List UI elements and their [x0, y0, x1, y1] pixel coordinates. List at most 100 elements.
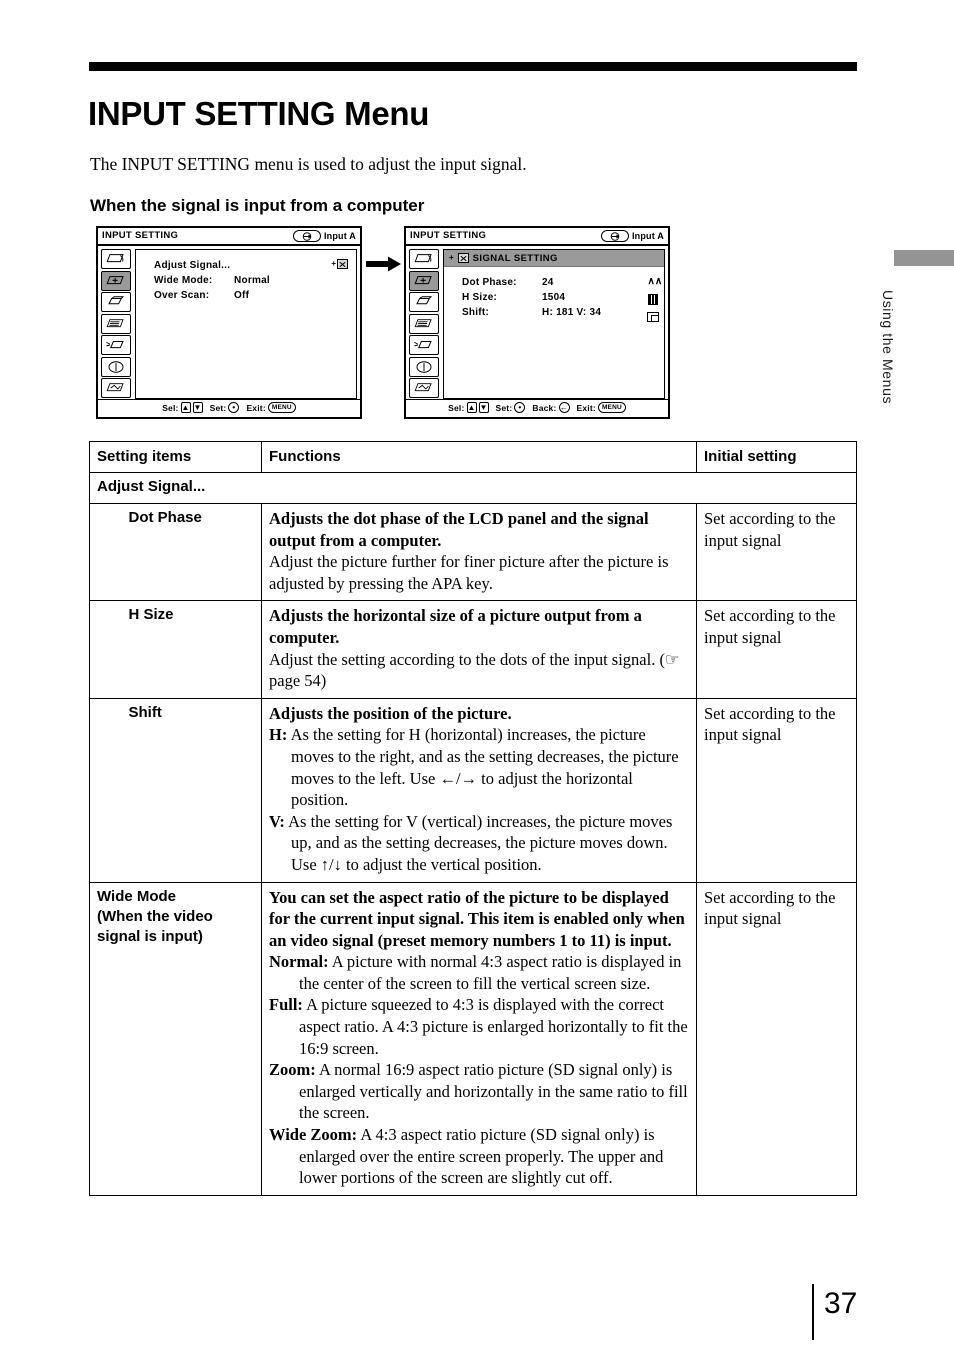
sidebar-icon-information[interactable] [101, 356, 131, 377]
osd-left-rows: Adjust Signal... Wide Mode: Normal Over … [136, 250, 356, 303]
footer-exit-label: Exit: [246, 402, 266, 413]
header-functions: Functions [261, 441, 697, 473]
definition-text: A picture with normal 4:3 aspect ratio i… [299, 952, 682, 993]
sidebar-icon-information[interactable] [409, 356, 439, 377]
enter-key-icon: • [228, 402, 240, 413]
document-page: INPUT SETTING Menu The INPUT SETTING men… [0, 0, 954, 1352]
row-body-text: Adjust the setting according to the dots… [269, 649, 680, 691]
wide-mode-name-line3: signal is input) [97, 927, 203, 945]
osd-row-shift[interactable]: Shift: H: 181 V: 34 [462, 305, 664, 320]
intro-paragraph: The INPUT SETTING menu is used to adjust… [90, 153, 527, 174]
table-header-row: Setting items Functions Initial setting [89, 441, 857, 473]
section-subheading: When the signal is input from a computer [90, 196, 425, 216]
page-number-rule [812, 1284, 814, 1340]
osd-left-pane: Adjust Signal... Wide Mode: Normal Over … [135, 249, 357, 399]
table-group-row-adjust-signal: Adjust Signal... [89, 472, 857, 504]
osd-right-titlebar: INPUT SETTING Input A [406, 228, 668, 246]
row-body-text: Adjust the picture further for finer pic… [269, 552, 669, 593]
definition-term: H: [269, 725, 288, 745]
footer-sel-label: Sel: [162, 402, 179, 413]
sidebar-icon-setup[interactable] [101, 292, 131, 312]
information-icon [412, 360, 436, 374]
osd-screenshot-left: INPUT SETTING Input A Adjust Signal... W… [96, 226, 362, 419]
sidebar-icon-custom[interactable] [409, 378, 439, 398]
up-arrow-key-icon: ▲ [466, 402, 477, 413]
margin-tab-block [894, 250, 954, 266]
row-definition: Wide Zoom: A 4:3 aspect ratio picture (S… [269, 1124, 689, 1189]
row-definition: Full: A picture squeezed to 4:3 is displ… [269, 994, 689, 1059]
row-initial-shift: Set according to the input signal [696, 697, 857, 883]
title-rule [89, 62, 857, 71]
osd-left-sidebar [101, 249, 132, 399]
osd-row-dot-phase[interactable]: Dot Phase: 24 [462, 275, 664, 290]
osd-right-input-label: Input A [631, 231, 664, 241]
osd-right-rows: Dot Phase: 24 H Size: 1504 Shift: H: 181… [444, 267, 664, 320]
sidebar-icon-installation[interactable] [409, 335, 439, 355]
installation-icon [104, 338, 128, 352]
osd-row-key: Over Scan: [154, 290, 210, 301]
osd-left-title: INPUT SETTING [102, 230, 179, 242]
osd-right-body: + SIGNAL SETTING Dot Phase: 24 H Size: 1… [406, 246, 668, 399]
row-initial-wide-mode: Set according to the input signal [696, 881, 857, 1196]
osd-screenshot-right: INPUT SETTING Input A + SIGNAL SETTING D… [404, 226, 670, 419]
table-row-dot-phase: Dot Phase Adjusts the dot phase of the L… [89, 502, 857, 602]
definition-term: Wide Zoom: [269, 1125, 358, 1145]
row-functions-h-size: Adjusts the horizontal size of a picture… [261, 600, 697, 699]
sidebar-icon-setup[interactable] [409, 292, 439, 312]
osd-row-adjust-signal[interactable]: Adjust Signal... [154, 258, 356, 273]
row-name-shift: Shift [121, 697, 262, 883]
osd-row-value: 24 [542, 277, 554, 288]
row-name-wide-mode: Wide Mode (When the video signal is inpu… [89, 881, 262, 1196]
osd-left-footer: Sel: ▲ ▼ Set: • Exit: MENU [98, 399, 360, 415]
row-bold-text: You can set the aspect ratio of the pict… [269, 887, 685, 950]
settings-table: Setting items Functions Initial setting … [89, 441, 857, 1196]
osd-left-body: Adjust Signal... Wide Mode: Normal Over … [98, 246, 360, 399]
sidebar-icon-custom[interactable] [101, 378, 131, 398]
osd-row-h-size[interactable]: H Size: 1504 [462, 290, 664, 305]
table-row-wide-mode: Wide Mode (When the video signal is inpu… [89, 881, 857, 1196]
footer-exit: Exit: MENU [577, 402, 626, 413]
row-bold-text: Adjusts the position of the picture. [269, 703, 512, 723]
sidebar-icon-input-setting[interactable] [101, 270, 131, 291]
osd-left-input-badge: Input A [292, 230, 356, 242]
up-arrow-key-icon: ▲ [180, 402, 191, 413]
row-functions-dot-phase: Adjusts the dot phase of the LCD panel a… [261, 502, 697, 602]
definition-term: Zoom: [269, 1060, 316, 1080]
plus-glyph: + [331, 259, 336, 268]
custom-icon [104, 381, 128, 395]
osd-row-wide-mode[interactable]: Wide Mode: Normal [154, 273, 356, 288]
shift-icon [647, 312, 659, 322]
footer-sel-label: Sel: [448, 402, 465, 413]
custom-icon [412, 381, 436, 395]
row-bold-text: Adjusts the dot phase of the LCD panel a… [269, 509, 649, 550]
footer-set-label: Set: [495, 402, 513, 413]
submenu-icon [337, 259, 348, 269]
sidebar-icon-picture[interactable] [101, 249, 131, 269]
input-select-icon [292, 230, 321, 242]
sidebar-icon-menu-setting[interactable] [409, 313, 439, 334]
row-indent-cell [89, 600, 122, 699]
definition-term: V: [269, 811, 285, 831]
row-bold-text: Adjusts the horizontal size of a picture… [269, 606, 642, 647]
sidebar-icon-menu-setting[interactable] [101, 313, 131, 334]
osd-row-over-scan[interactable]: Over Scan: Off [154, 288, 356, 303]
row-name-h-size: H Size [121, 600, 262, 699]
osd-row-key: Dot Phase: [462, 277, 517, 288]
submenu-indicator: + [331, 259, 348, 269]
row-indent-cell [89, 502, 122, 602]
h-size-icon [648, 294, 658, 305]
osd-right-side-marks: ∧∧ [647, 276, 662, 322]
sidebar-icon-installation[interactable] [101, 335, 131, 355]
margin-tab-label: Using the Menus [880, 290, 896, 405]
flow-arrow-icon [366, 256, 402, 272]
sidebar-icon-picture[interactable] [409, 249, 439, 269]
osd-row-key: H Size: [462, 292, 498, 303]
footer-exit-label: Exit: [576, 402, 596, 413]
definition-text: A picture squeezed to 4:3 is displayed w… [299, 995, 688, 1058]
definition-text: As the setting for H (horizontal) increa… [290, 725, 679, 810]
sidebar-icon-input-setting[interactable] [409, 270, 439, 291]
osd-row-key: Wide Mode: [154, 275, 213, 286]
osd-left-titlebar: INPUT SETTING Input A [98, 228, 360, 246]
submenu-icon [457, 253, 469, 263]
footer-back-label: Back: [532, 402, 557, 413]
